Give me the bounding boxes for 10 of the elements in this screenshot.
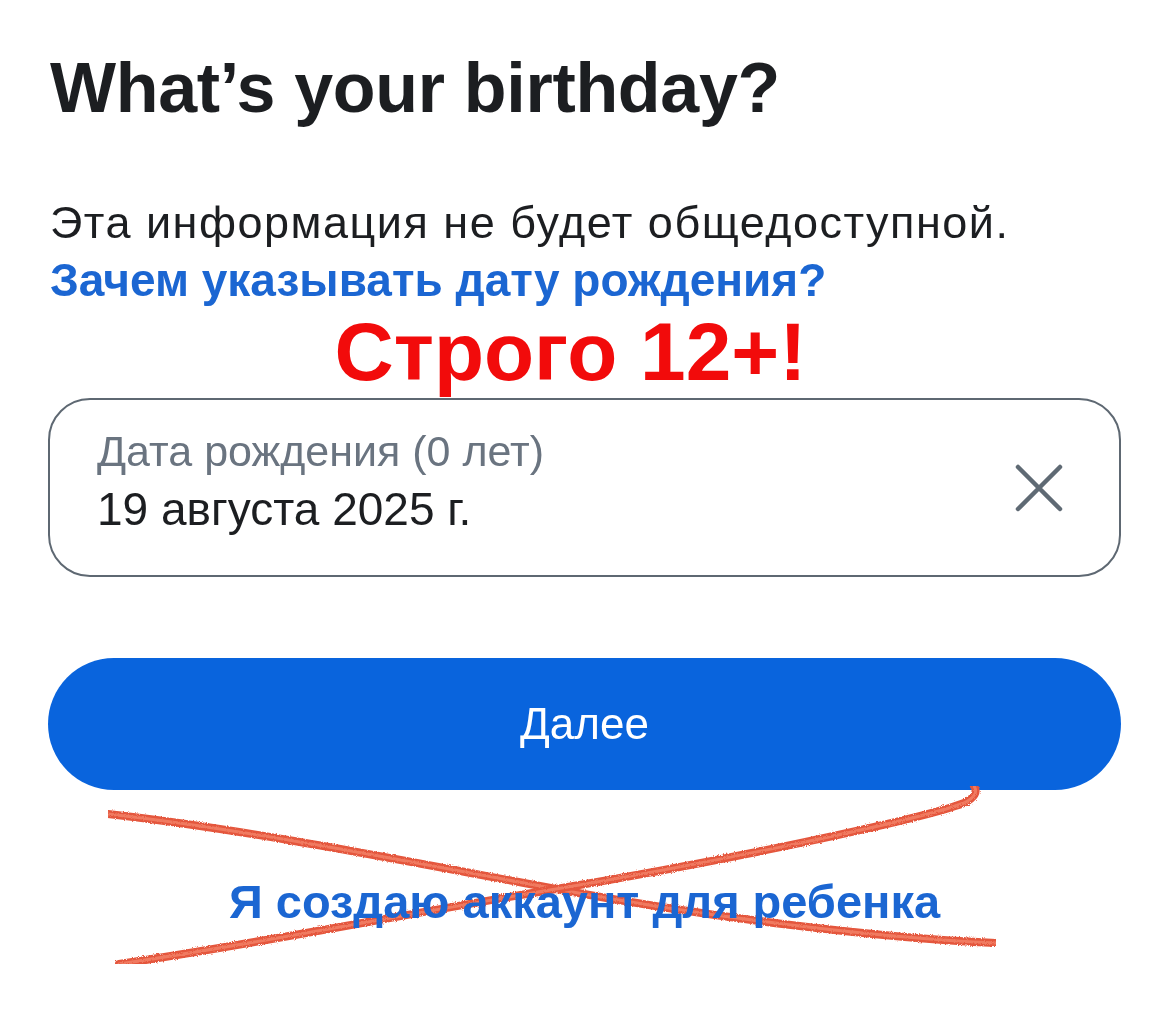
clear-button[interactable]: [1015, 463, 1063, 512]
field-value: 19 августа 2025 г.: [97, 481, 472, 536]
floating-label: Дата рождения (0 лет): [97, 425, 545, 476]
info-text: Эта информация не будет общедоступной.: [50, 196, 1010, 250]
next-button[interactable]: Далее: [48, 658, 1121, 790]
birthday-field[interactable]: Дата рождения (0 лет) 19 августа 2025 г.: [48, 398, 1121, 577]
close-icon: [1015, 463, 1063, 512]
annotation-text: Строго 12+!: [334, 306, 807, 398]
why-birthday-link[interactable]: Зачем указывать дату рождения?: [50, 254, 827, 306]
page-title: What’s your birthday?: [50, 48, 781, 128]
